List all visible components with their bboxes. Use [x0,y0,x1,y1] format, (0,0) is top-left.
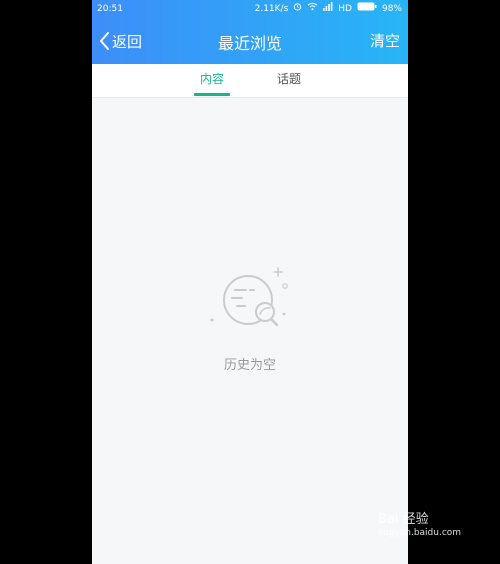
alarm-icon [293,0,302,18]
watermark: Bai 经验 jingyan.baidu.com [378,508,461,538]
status-right: 2.11K/s HD 98% [255,0,402,18]
empty-planet-icon [210,267,288,327]
watermark-url: jingyan.baidu.com [378,528,462,538]
wifi-icon [307,0,318,18]
status-time: 20:51 [97,4,123,14]
battery-icon [357,0,377,18]
network-speed: 2.11K/s [254,4,289,14]
clear-button[interactable]: 清空 [370,30,400,51]
battery-percent: 98% [381,4,402,14]
tab-topics[interactable]: 话题 [269,64,309,97]
tab-bar: 内容 话题 [92,64,408,98]
empty-message: 历史为空 [223,358,276,373]
tab-label: 内容 [199,72,224,86]
watermark-brand: Bai 经验 [378,512,429,527]
network-type: HD [338,4,352,14]
empty-state: 历史为空 [92,262,408,373]
status-bar: 20:51 2.11K/s HD 98% [92,0,408,18]
page-title: 最近浏览 [217,34,282,53]
phone-screen: 20:51 2.11K/s HD 98% 返回 最近浏览 清空 内容 话题 历史… [92,0,408,564]
signal-icon [323,0,333,18]
tab-active-indicator [194,93,230,96]
tab-label: 话题 [276,72,301,86]
tab-content[interactable]: 内容 [192,64,232,97]
title-bar: 返回 最近浏览 清空 [92,18,408,64]
